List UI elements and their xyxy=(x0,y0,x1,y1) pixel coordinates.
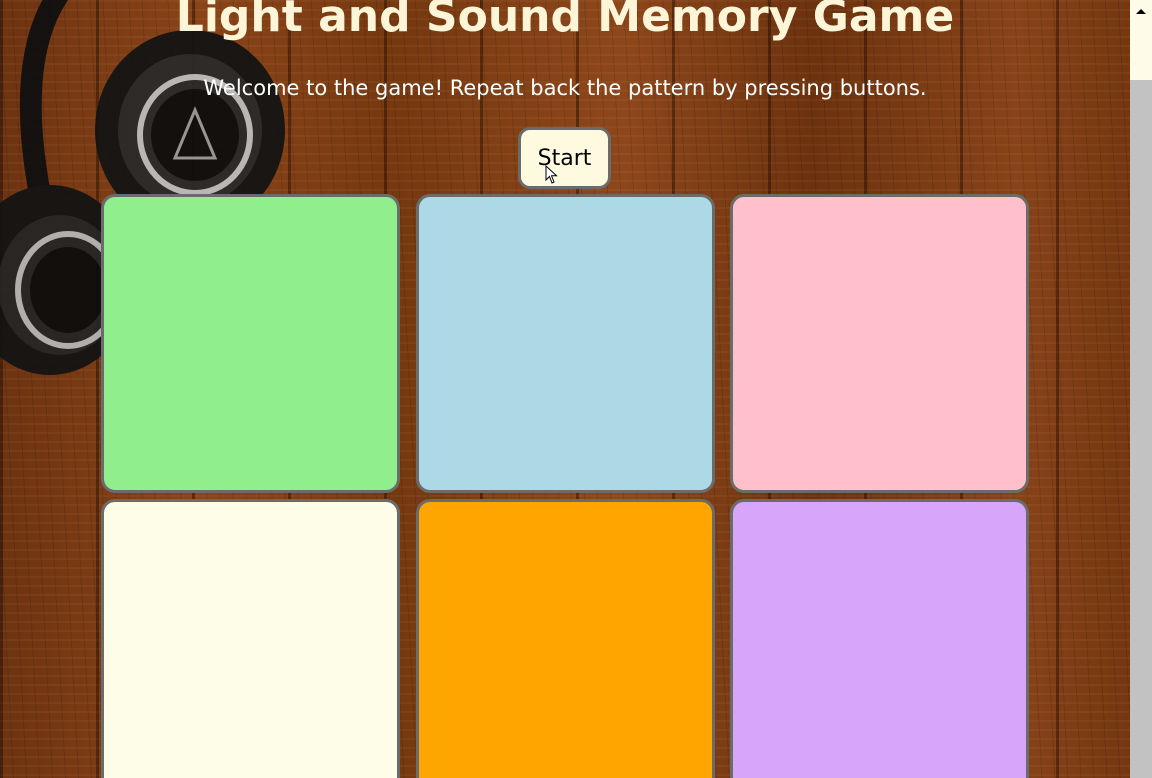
vertical-scrollbar[interactable] xyxy=(1130,0,1152,778)
page-title: Light and Sound Memory Game xyxy=(175,0,955,42)
pad-5[interactable] xyxy=(416,499,715,778)
pad-6[interactable] xyxy=(730,499,1029,778)
mouse-pointer-icon xyxy=(545,165,558,184)
start-button[interactable]: Start xyxy=(518,127,611,189)
pad-1[interactable] xyxy=(101,194,400,493)
pad-2[interactable] xyxy=(416,194,715,493)
pad-3[interactable] xyxy=(730,194,1029,493)
instructions-text: Welcome to the game! Repeat back the pat… xyxy=(203,76,927,100)
game-page: Light and Sound Memory Game Welcome to t… xyxy=(0,0,1130,778)
pad-4[interactable] xyxy=(101,499,400,778)
scroll-up-arrow-icon[interactable] xyxy=(1130,0,1152,22)
